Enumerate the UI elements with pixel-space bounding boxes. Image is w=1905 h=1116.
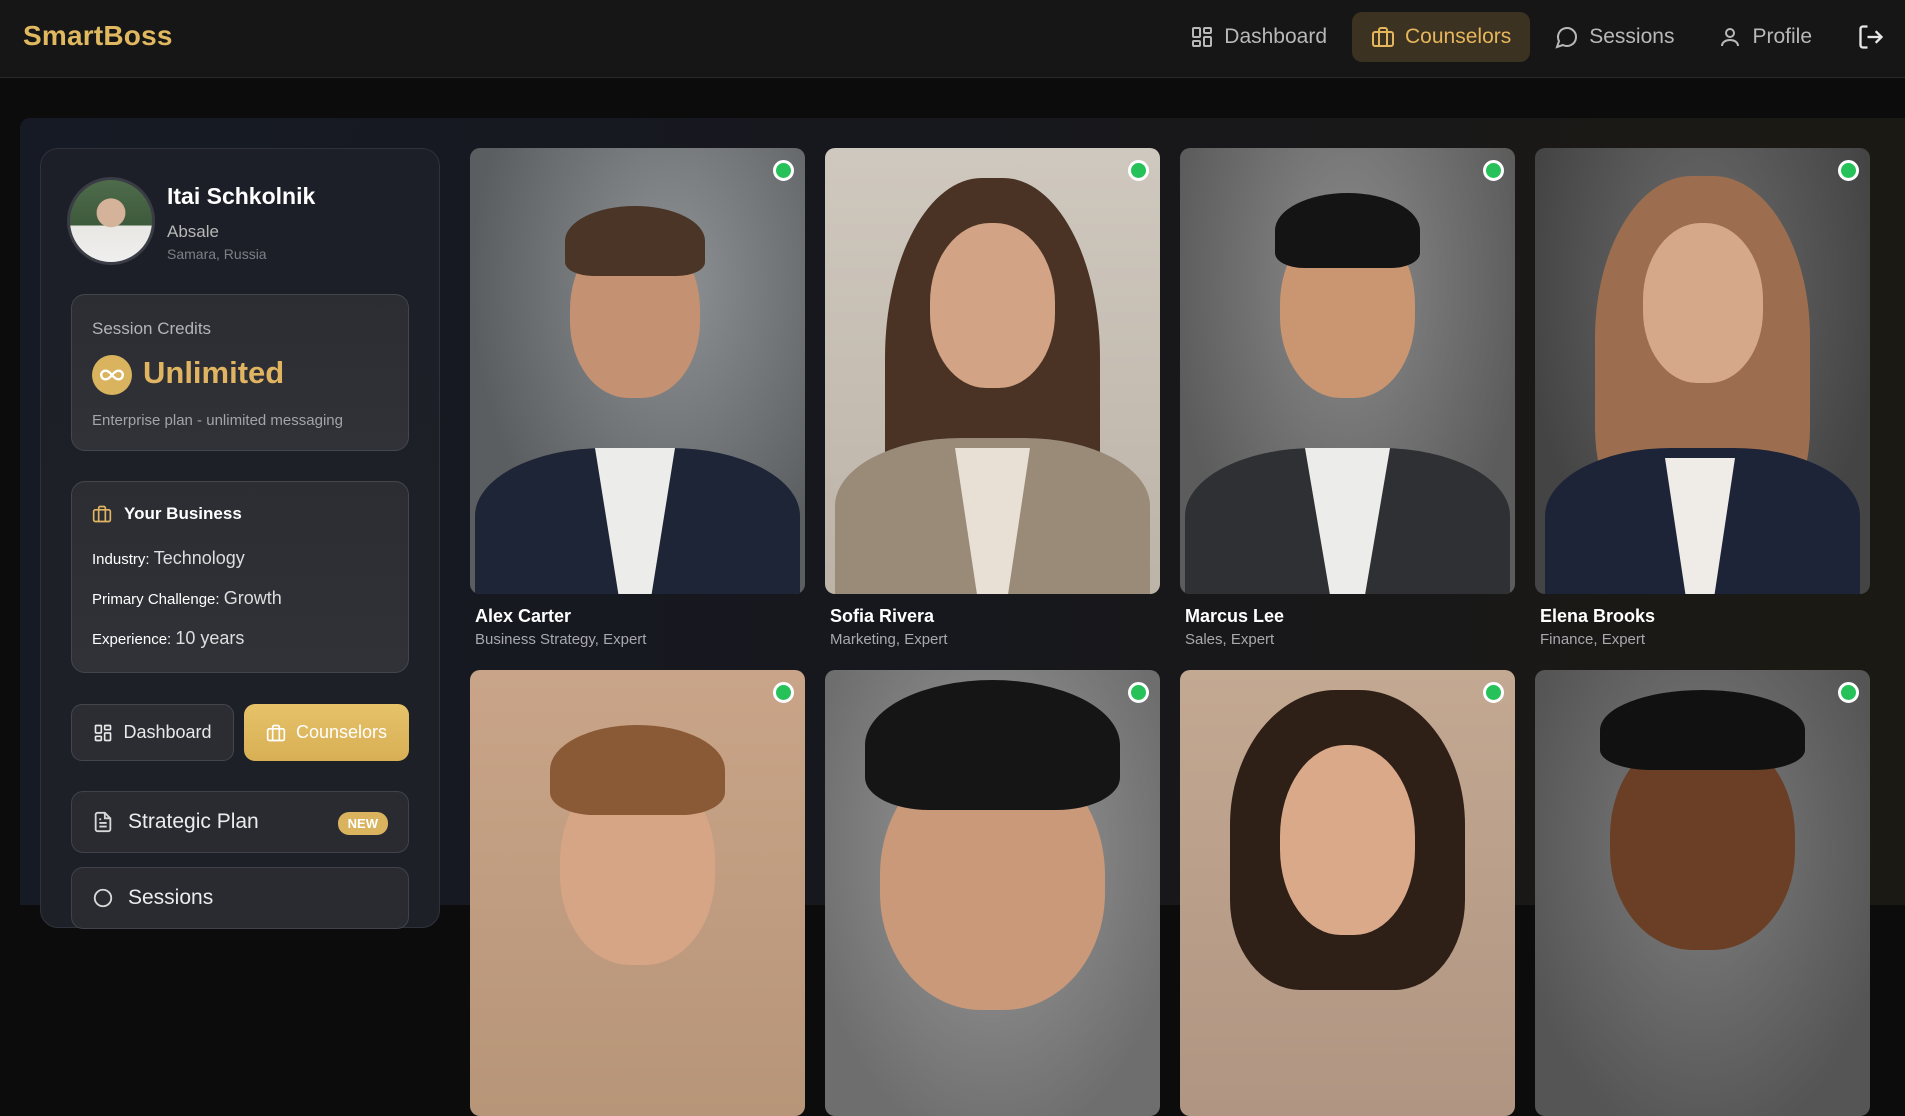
industry-row: Industry: Technology bbox=[92, 548, 245, 569]
grid-icon bbox=[95, 724, 112, 741]
credits-title: Session Credits bbox=[92, 319, 212, 338]
logout-icon bbox=[1859, 25, 1884, 49]
your-business-card: Your Business Industry: Technology Prima… bbox=[71, 481, 409, 673]
online-status-dot bbox=[1128, 160, 1149, 181]
counselor-photo bbox=[470, 148, 805, 594]
experience-label: Experience: bbox=[92, 631, 172, 648]
online-status-dot bbox=[773, 682, 794, 703]
industry-label: Industry: bbox=[92, 551, 150, 568]
counselor-card[interactable]: Alex Carter Business Strategy, Expert bbox=[470, 148, 805, 648]
counselor-name: Elena Brooks bbox=[1540, 606, 1656, 626]
counselor-card[interactable]: Marcus Lee Sales, Expert bbox=[1180, 148, 1515, 648]
nav-profile-label: Profile bbox=[1752, 25, 1812, 48]
document-icon bbox=[94, 811, 112, 833]
counselor-name: Sofia Rivera bbox=[830, 606, 935, 626]
industry-value: Technology bbox=[153, 548, 245, 568]
new-badge: NEW bbox=[337, 812, 388, 835]
top-navigation-bar: SmartBoss Dashboard Counselors Sessions … bbox=[0, 0, 1905, 78]
user-location: Samara, Russia bbox=[167, 246, 267, 262]
counselor-card[interactable] bbox=[1535, 670, 1870, 1116]
sidebar: Itai Schkolnik Absale Samara, Russia Ses… bbox=[40, 148, 440, 929]
counselor-photo bbox=[1180, 148, 1515, 594]
experience-row: Experience: 10 years bbox=[92, 628, 244, 649]
nav-counselors-label: Counselors bbox=[1405, 25, 1512, 48]
sidebar-dashboard-button[interactable]: Dashboard bbox=[71, 704, 234, 761]
chat-bubble-icon bbox=[93, 888, 113, 908]
counselor-role: Sales, Expert bbox=[1185, 631, 1275, 648]
counselor-card[interactable]: Elena Brooks Finance, Expert bbox=[1535, 148, 1870, 648]
nav-sessions[interactable]: Sessions bbox=[1536, 12, 1693, 62]
online-status-dot bbox=[1128, 682, 1149, 703]
credits-description: Enterprise plan - unlimited messaging bbox=[92, 412, 343, 429]
online-status-dot bbox=[1483, 160, 1504, 181]
counselor-photo bbox=[470, 670, 805, 1116]
briefcase-icon bbox=[1372, 27, 1395, 47]
strategic-plan-label: Strategic Plan bbox=[128, 810, 259, 833]
app-logo[interactable]: SmartBoss bbox=[23, 20, 173, 52]
counselor-card[interactable] bbox=[825, 670, 1160, 1116]
nav-profile[interactable]: Profile bbox=[1699, 12, 1831, 62]
user-company: Absale bbox=[167, 222, 219, 241]
counselor-card[interactable]: Sofia Rivera Marketing, Expert bbox=[825, 148, 1160, 648]
nav-dashboard-label: Dashboard bbox=[1224, 25, 1328, 48]
grid-icon bbox=[1192, 27, 1213, 47]
nav-dashboard[interactable]: Dashboard bbox=[1171, 12, 1346, 62]
sessions-label: Sessions bbox=[128, 886, 214, 909]
sidebar-item-sessions[interactable]: Sessions bbox=[71, 867, 409, 929]
counselor-role: Finance, Expert bbox=[1540, 631, 1646, 648]
online-status-dot bbox=[1483, 682, 1504, 703]
experience-value: 10 years bbox=[175, 628, 245, 648]
counselor-card[interactable] bbox=[470, 670, 805, 1116]
online-status-dot bbox=[773, 160, 794, 181]
infinity-icon bbox=[92, 355, 132, 395]
counselor-role: Business Strategy, Expert bbox=[475, 631, 647, 648]
challenge-value: Growth bbox=[223, 588, 282, 608]
business-title: Your Business bbox=[124, 504, 242, 523]
challenge-label: Primary Challenge: bbox=[92, 591, 220, 608]
main-nav: Dashboard Counselors Sessions Profile bbox=[1165, 12, 1905, 62]
logout-button[interactable] bbox=[1841, 12, 1901, 62]
online-status-dot bbox=[1838, 682, 1859, 703]
nav-counselors[interactable]: Counselors bbox=[1352, 12, 1531, 62]
business-header: Your Business bbox=[92, 504, 242, 524]
user-icon bbox=[1721, 28, 1740, 47]
sidebar-item-strategic-plan[interactable]: Strategic Plan NEW bbox=[71, 791, 409, 853]
counselor-name: Marcus Lee bbox=[1185, 606, 1285, 626]
briefcase-icon bbox=[92, 505, 112, 523]
chat-bubble-icon bbox=[1555, 27, 1578, 49]
user-name: Itai Schkolnik bbox=[167, 183, 316, 209]
session-credits-card: Session Credits Unlimited Enterprise pla… bbox=[71, 294, 409, 451]
sidebar-counselors-button[interactable]: Counselors bbox=[244, 704, 409, 761]
counselor-name: Alex Carter bbox=[475, 606, 572, 626]
counselor-role: Marketing, Expert bbox=[830, 631, 948, 648]
nav-sessions-label: Sessions bbox=[1589, 25, 1675, 48]
challenge-row: Primary Challenge: Growth bbox=[92, 588, 282, 609]
briefcase-icon bbox=[266, 724, 286, 741]
counselor-photo bbox=[1535, 148, 1870, 594]
credits-value: Unlimited bbox=[143, 355, 285, 390]
avatar[interactable] bbox=[67, 177, 155, 265]
counselor-photo bbox=[825, 148, 1160, 594]
sidebar-counselors-label: Counselors bbox=[295, 722, 388, 742]
counselor-card[interactable] bbox=[1180, 670, 1515, 1116]
counselor-photo bbox=[1535, 670, 1870, 1116]
sidebar-dashboard-label: Dashboard bbox=[123, 722, 212, 742]
counselor-photo bbox=[1180, 670, 1515, 1116]
counselor-photo bbox=[825, 670, 1160, 1116]
online-status-dot bbox=[1838, 160, 1859, 181]
